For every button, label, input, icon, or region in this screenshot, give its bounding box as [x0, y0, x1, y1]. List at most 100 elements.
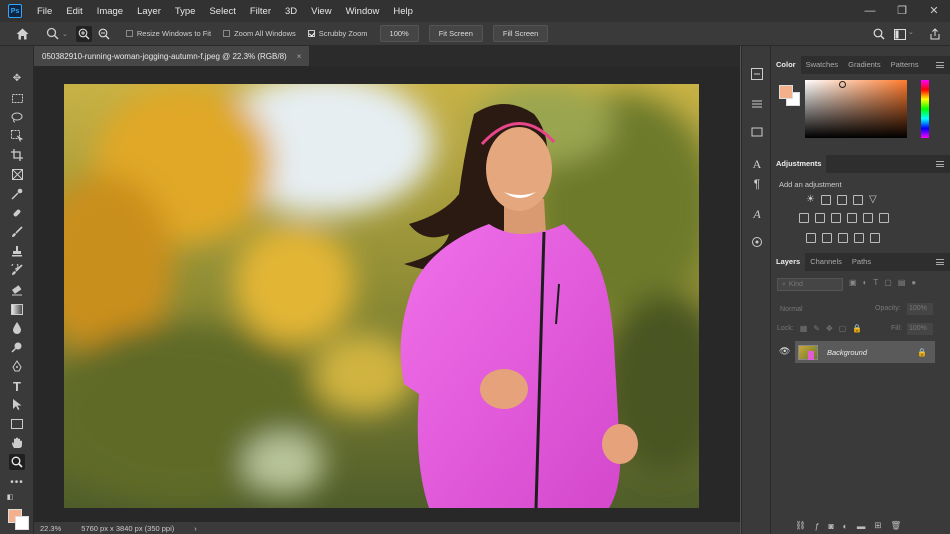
filter-pixel-icon[interactable]: ▣ [849, 278, 863, 287]
properties-panel-icon[interactable] [749, 96, 765, 112]
eyedropper-tool-icon[interactable] [9, 186, 25, 202]
filter-shape-icon[interactable]: ▢ [884, 278, 898, 287]
menu-window[interactable]: Window [339, 6, 387, 17]
chevron-down-icon[interactable]: ⌄ [62, 30, 68, 38]
menu-3d[interactable]: 3D [278, 6, 304, 17]
resize-windows-checkbox[interactable]: Resize Windows to Fit [125, 29, 211, 38]
zoom-level[interactable]: 22.3% [40, 524, 61, 533]
object-selection-tool-icon[interactable] [9, 128, 25, 144]
selective-color-icon[interactable] [870, 233, 880, 243]
menu-view[interactable]: View [304, 6, 338, 17]
glyphs-panel-icon[interactable]: A [749, 206, 765, 222]
new-group-icon[interactable]: ▬ [857, 521, 875, 531]
panel-menu-icon[interactable] [936, 62, 944, 68]
new-layer-icon[interactable]: ⊞ [874, 520, 890, 531]
tab-swatches[interactable]: Swatches [801, 56, 844, 74]
pen-tool-icon[interactable] [9, 358, 25, 374]
brush-tool-icon[interactable] [9, 224, 25, 240]
new-adjustment-layer-icon[interactable]: ◐ [843, 521, 857, 531]
hue-saturation-icon[interactable] [799, 213, 809, 223]
tab-layers[interactable]: Layers [771, 253, 806, 271]
close-tab-icon[interactable]: × [297, 52, 302, 61]
tab-paths[interactable]: Paths [847, 253, 876, 271]
eraser-tool-icon[interactable] [9, 282, 25, 298]
filter-type-icon[interactable]: T [873, 278, 884, 287]
minimize-button[interactable]: — [854, 0, 886, 22]
color-lookup-icon[interactable] [879, 213, 889, 223]
color-panel-foreground[interactable] [779, 85, 793, 99]
learn-panel-icon[interactable] [749, 234, 765, 250]
threshold-icon[interactable] [838, 233, 848, 243]
color-picker-field[interactable] [805, 80, 907, 138]
zoom-tool-icon[interactable] [9, 454, 25, 470]
panel-menu-icon[interactable] [936, 161, 944, 167]
delete-layer-icon[interactable]: 🗑 [890, 520, 910, 531]
menu-select[interactable]: Select [202, 6, 242, 17]
type-tool-icon[interactable]: T [9, 378, 25, 394]
libraries-panel-icon[interactable] [749, 124, 765, 140]
posterize-icon[interactable] [822, 233, 832, 243]
photo-filter-icon[interactable] [847, 213, 857, 223]
zoom-out-icon[interactable] [96, 26, 112, 42]
opacity-input[interactable]: 100% [907, 303, 933, 315]
exposure-icon[interactable] [852, 194, 863, 205]
channel-mixer-icon[interactable] [863, 213, 873, 223]
black-white-icon[interactable] [831, 213, 841, 223]
gradient-tool-icon[interactable] [9, 301, 25, 317]
close-button[interactable]: ✕ [918, 0, 950, 22]
layer-row[interactable]: Background 🔒 [795, 341, 935, 363]
menu-help[interactable]: Help [386, 6, 420, 17]
tab-adjustments[interactable]: Adjustments [771, 155, 827, 173]
zoom-tool-preset-icon[interactable] [44, 26, 60, 42]
vibrance-icon[interactable]: ▽ [869, 194, 877, 205]
filter-adjustment-icon[interactable]: ◐ [863, 278, 874, 287]
tab-patterns[interactable]: Patterns [886, 56, 924, 74]
history-brush-tool-icon[interactable] [9, 262, 25, 278]
history-panel-icon[interactable] [749, 66, 765, 82]
menu-edit[interactable]: Edit [59, 6, 89, 17]
path-selection-tool-icon[interactable] [9, 397, 25, 413]
zoom-100-button[interactable]: 100% [379, 25, 419, 42]
menu-filter[interactable]: Filter [243, 6, 278, 17]
layer-style-icon[interactable]: ƒ [815, 521, 829, 531]
filter-smart-object-icon[interactable]: ▤ [898, 278, 912, 287]
filter-toggle-icon[interactable]: ● [911, 278, 922, 287]
layer-filter-kind[interactable]: ⌕ Kind [777, 278, 843, 291]
crop-tool-icon[interactable] [9, 147, 25, 163]
more-tools-icon[interactable]: ••• [9, 474, 25, 490]
color-balance-icon[interactable] [815, 213, 825, 223]
hue-slider[interactable] [921, 80, 929, 138]
scrubby-zoom-checkbox[interactable]: Scrubby Zoom [307, 29, 368, 38]
blend-mode-select[interactable]: Normal [777, 303, 867, 316]
healing-brush-tool-icon[interactable] [9, 205, 25, 221]
blur-tool-icon[interactable] [9, 320, 25, 336]
invert-icon[interactable] [806, 233, 816, 243]
rectangle-tool-icon[interactable] [9, 416, 25, 432]
marquee-tool-icon[interactable] [9, 90, 25, 106]
tab-color[interactable]: Color [771, 56, 801, 74]
layer-name[interactable]: Background [827, 348, 867, 357]
chevron-down-icon[interactable]: ⌄ [908, 28, 914, 36]
lock-icons[interactable]: ▦✎✥▢🔒 [800, 324, 868, 333]
menu-type[interactable]: Type [168, 6, 203, 17]
zoom-in-icon[interactable] [75, 25, 92, 42]
menu-image[interactable]: Image [90, 6, 130, 17]
tab-channels[interactable]: Channels [805, 253, 847, 271]
document-image[interactable] [64, 84, 699, 508]
frame-tool-icon[interactable] [9, 166, 25, 182]
background-color-swatch[interactable] [15, 516, 29, 530]
paragraph-panel-icon[interactable]: ¶ [749, 176, 765, 192]
brightness-contrast-icon[interactable]: ☀ [806, 194, 815, 205]
dodge-tool-icon[interactable] [9, 339, 25, 355]
search-icon[interactable] [871, 26, 887, 42]
tab-gradients[interactable]: Gradients [843, 56, 886, 74]
levels-icon[interactable] [820, 194, 831, 205]
link-layers-icon[interactable]: ⛓ [795, 520, 815, 531]
fill-screen-button[interactable]: Fill Screen [492, 25, 549, 42]
gradient-map-icon[interactable] [854, 233, 864, 243]
workspace-icon[interactable] [892, 26, 908, 42]
default-colors-icon[interactable]: ◧ [5, 492, 15, 502]
status-menu-arrow[interactable]: › [194, 524, 197, 533]
fill-input[interactable]: 100% [907, 323, 933, 335]
add-mask-icon[interactable]: ◙ [829, 521, 843, 531]
